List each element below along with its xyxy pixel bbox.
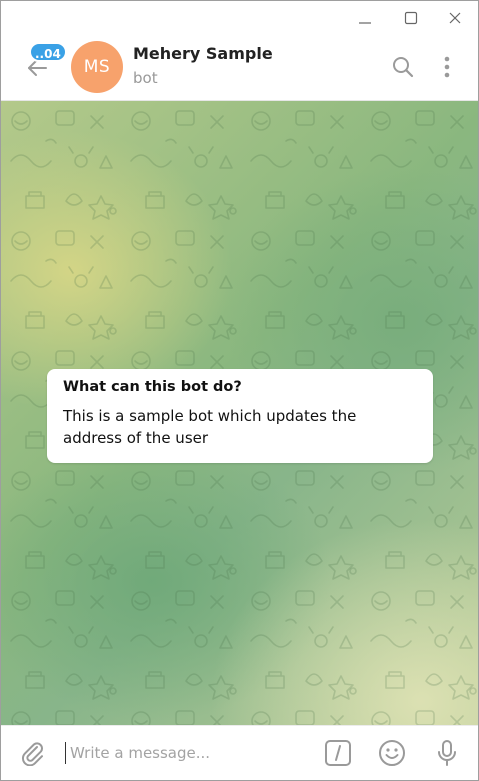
bot-info-description: This is a sample bot which updates the a… (63, 407, 357, 447)
minimize-icon (359, 21, 371, 24)
bot-commands-button[interactable] (323, 738, 353, 768)
search-icon (393, 57, 414, 78)
minimize-button[interactable] (342, 1, 388, 34)
attach-button[interactable] (17, 738, 47, 768)
search-button[interactable] (387, 51, 419, 83)
bot-info-title: What can this bot do? (63, 379, 242, 395)
close-icon (449, 12, 461, 23)
slash-command-icon (325, 740, 351, 766)
chat-header: ..04 MS Mehery Sample bot (1, 34, 478, 101)
close-button[interactable] (432, 1, 478, 34)
emoji-button[interactable] (377, 738, 407, 768)
message-composer (1, 725, 478, 780)
title-bar (1, 1, 478, 34)
microphone-icon (438, 740, 456, 766)
maximize-icon (404, 11, 418, 24)
voice-record-button[interactable] (432, 738, 462, 768)
chat-background: What can this bot do? This is a sample b… (1, 101, 478, 725)
smile-icon (379, 740, 405, 766)
more-menu-button[interactable] (431, 51, 463, 83)
message-input[interactable] (65, 742, 300, 764)
avatar[interactable]: MS (71, 41, 123, 93)
paperclip-icon (22, 742, 43, 766)
unread-count-badge: ..04 (29, 42, 67, 62)
bot-info-card: What can this bot do? This is a sample b… (47, 369, 433, 463)
chat-subtitle: bot (133, 69, 158, 87)
chat-title[interactable]: Mehery Sample (133, 44, 273, 63)
maximize-button[interactable] (388, 1, 434, 34)
more-vertical-icon (444, 56, 450, 78)
app-window: ..04 MS Mehery Sample bot What can this … (0, 0, 479, 781)
